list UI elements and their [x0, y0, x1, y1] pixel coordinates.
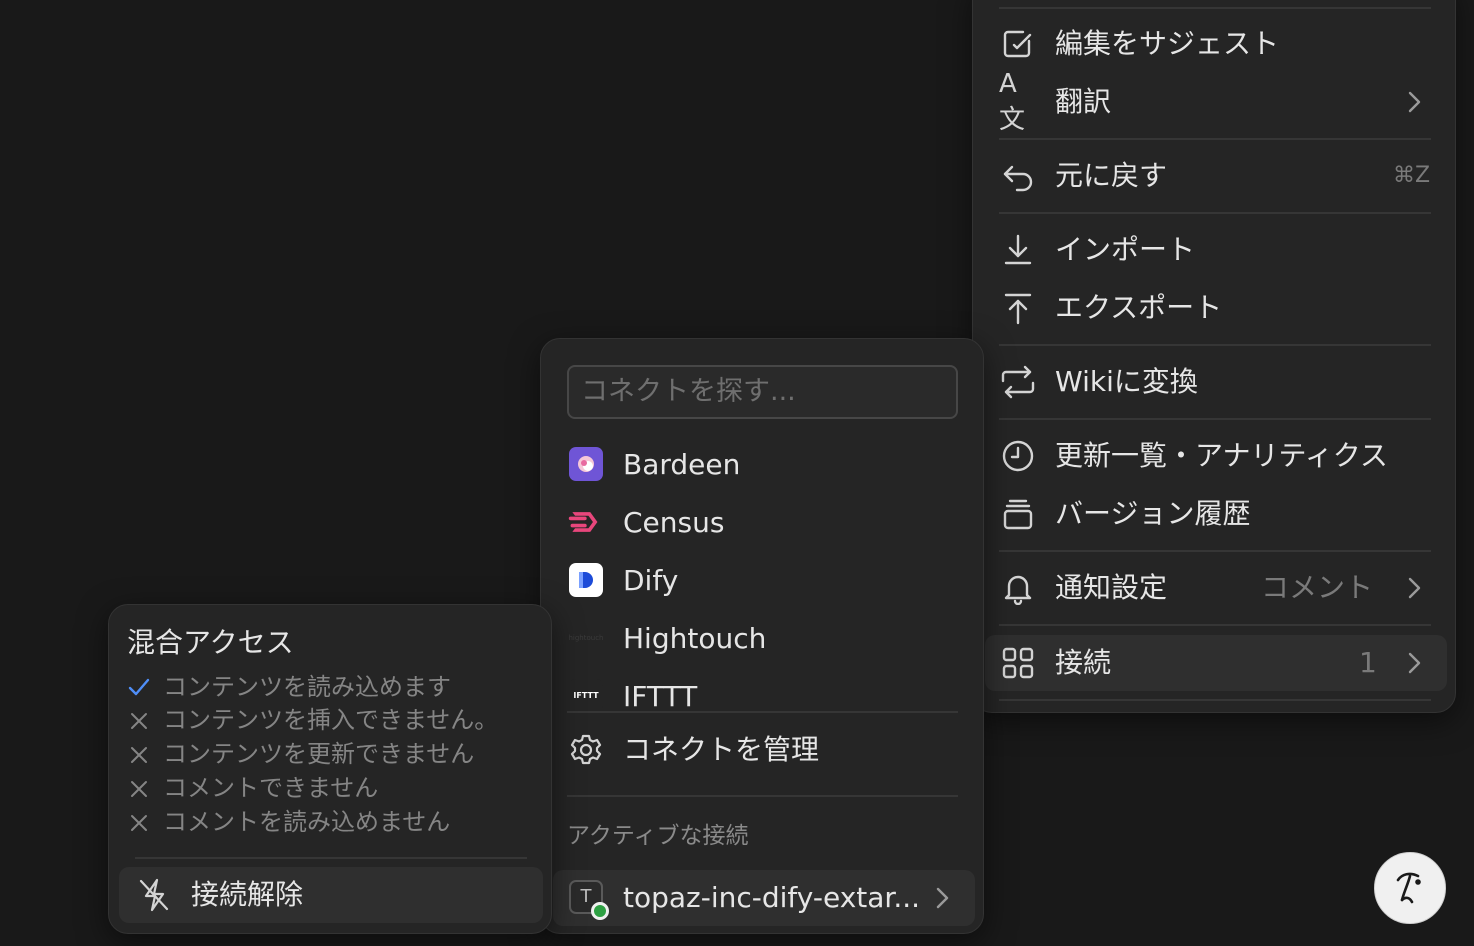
disconnect-button[interactable]: 接続解除	[119, 867, 543, 923]
grid-icon	[1001, 646, 1035, 680]
connections-count: 1	[1359, 646, 1377, 679]
notifications-label: 通知設定	[1055, 571, 1168, 604]
gear-icon	[569, 733, 603, 767]
connect-search-input[interactable]: コネクトを探す...	[567, 365, 958, 419]
chevron-right-icon	[1405, 89, 1423, 119]
menu-item-version-history[interactable]: バージョン履歴	[973, 487, 1457, 541]
to-wiki-label: Wikiに変換	[1055, 365, 1198, 398]
menu-item-updates-analytics[interactable]: 更新一覧・アナリティクス	[973, 429, 1457, 483]
bardeen-icon	[569, 447, 603, 481]
divider	[567, 795, 958, 797]
menu-item-suggest-edit[interactable]: 編集をサジェスト	[973, 17, 1457, 71]
close-icon	[129, 813, 149, 837]
hightouch-logo-text: hightouch	[568, 633, 604, 642]
divider	[567, 711, 958, 713]
menu-item-undo[interactable]: 元に戻す ⌘Z	[973, 149, 1457, 203]
chevron-right-icon	[933, 885, 951, 915]
active-connection-item[interactable]: T topaz-inc-dify-extar...	[553, 870, 975, 926]
menu-item-notifications[interactable]: 通知設定 コメント	[973, 561, 1457, 615]
translate-icon: A文	[999, 68, 1026, 135]
disconnect-icon	[137, 877, 171, 913]
menu-item-connections[interactable]: 接続 1	[985, 635, 1447, 691]
import-icon	[1001, 233, 1035, 267]
close-icon	[129, 711, 149, 735]
connection-initial: T	[580, 886, 592, 907]
online-status-dot	[591, 902, 609, 920]
bell-icon	[1001, 571, 1035, 605]
access-title: 混合アクセス	[127, 626, 294, 659]
menu-item-import[interactable]: インポート	[973, 223, 1457, 277]
undo-label: 元に戻す	[1055, 159, 1168, 192]
active-connections-heading: アクティブな接続	[567, 823, 749, 849]
connect-app-hightouch[interactable]: hightouch Hightouch	[541, 613, 985, 665]
dify-icon	[569, 563, 603, 597]
permission-item: コンテンツを挿入できません。	[163, 706, 499, 734]
ifttt-logo-text: IFTTT	[573, 691, 599, 700]
import-label: インポート	[1055, 233, 1196, 266]
menu-item-translate[interactable]: A文 翻訳	[973, 68, 1457, 135]
help-mascot-icon	[1388, 864, 1432, 912]
help-button[interactable]	[1374, 852, 1446, 924]
permission-item: コメントを読み込めません	[163, 808, 451, 836]
ifttt-icon: IFTTT	[569, 679, 603, 709]
permission-item: コメントできません	[163, 774, 379, 802]
app-label: Census	[623, 506, 725, 539]
export-icon	[1001, 291, 1035, 325]
divider	[999, 550, 1431, 552]
menu-item-export[interactable]: エクスポート	[973, 281, 1457, 335]
connection-access-panel: 混合アクセス コンテンツを読み込めます コンテンツを挿入できません。 コンテンツ…	[108, 604, 552, 934]
divider	[999, 418, 1431, 420]
divider	[999, 624, 1431, 626]
suggest-edit-icon	[1001, 27, 1035, 61]
export-label: エクスポート	[1055, 291, 1223, 324]
divider	[999, 212, 1431, 214]
app-label: Dify	[623, 564, 679, 597]
version-history-label: バージョン履歴	[1055, 497, 1251, 530]
disconnect-label: 接続解除	[191, 878, 304, 911]
undo-icon	[1001, 159, 1035, 193]
divider	[135, 857, 527, 859]
divider	[999, 138, 1431, 140]
clock-icon	[1001, 439, 1035, 473]
page-actions-menu: 編集をサジェスト A文 翻訳 元に戻す ⌘Z インポート エクスポート Wiki	[972, 0, 1456, 713]
permission-item: コンテンツを更新できません	[163, 740, 475, 768]
connect-app-bardeen[interactable]: Bardeen	[541, 439, 985, 491]
connect-submenu: コネクトを探す... Bardeen Census Dify hightouch…	[540, 338, 984, 934]
divider	[999, 7, 1431, 9]
check-icon	[127, 675, 151, 703]
active-connection-label: topaz-inc-dify-extar...	[623, 881, 921, 914]
connect-app-census[interactable]: Census	[541, 497, 985, 549]
chevron-right-icon	[1405, 650, 1423, 680]
suggest-edit-label: 編集をサジェスト	[1055, 27, 1280, 60]
notifications-value: コメント	[1261, 571, 1374, 604]
app-label: Bardeen	[623, 448, 741, 481]
close-icon	[129, 779, 149, 803]
convert-wiki-icon	[999, 365, 1037, 399]
menu-item-to-wiki[interactable]: Wikiに変換	[973, 355, 1457, 409]
census-icon	[567, 505, 601, 539]
chevron-right-icon	[1405, 575, 1423, 605]
hightouch-icon: hightouch	[567, 621, 605, 655]
connections-label: 接続	[1055, 646, 1112, 679]
close-icon	[129, 745, 149, 769]
app-label: Hightouch	[623, 622, 767, 655]
manage-connections-button[interactable]: コネクトを管理	[541, 723, 985, 777]
app-label: IFTTT	[623, 680, 698, 710]
connect-app-dify[interactable]: Dify	[541, 555, 985, 607]
divider	[999, 344, 1431, 346]
manage-label: コネクトを管理	[623, 733, 820, 766]
divider	[999, 699, 1431, 701]
updates-analytics-label: 更新一覧・アナリティクス	[1055, 439, 1388, 472]
translate-label: 翻訳	[1055, 85, 1112, 118]
undo-shortcut: ⌘Z	[1393, 163, 1431, 188]
version-history-icon	[1001, 497, 1035, 531]
permission-item: コンテンツを読み込めます	[163, 673, 451, 701]
connect-app-ifttt[interactable]: IFTTT IFTTT	[541, 671, 985, 709]
